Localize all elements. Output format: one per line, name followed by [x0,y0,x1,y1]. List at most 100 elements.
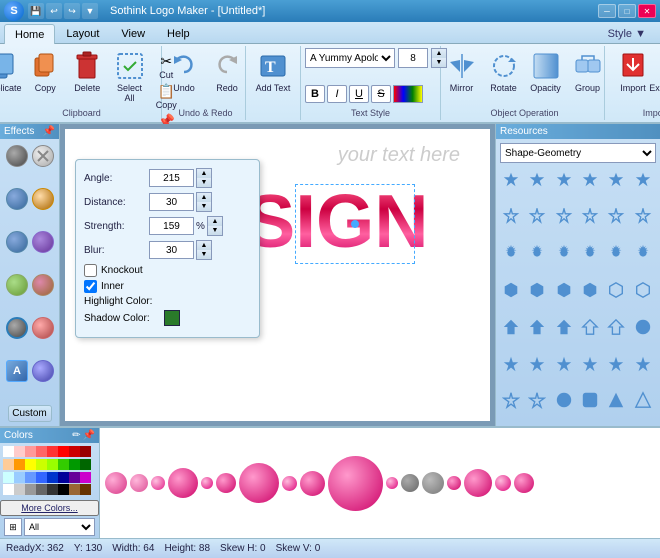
shape-item[interactable] [579,242,601,264]
font-size-input[interactable] [398,48,428,68]
tab-view[interactable]: View [110,24,156,43]
shape-item[interactable] [500,169,522,191]
shape-item[interactable] [526,389,548,411]
distance-down[interactable]: ▼ [197,202,211,211]
shape-item[interactable] [605,279,627,301]
color-swatch[interactable] [58,459,69,470]
shape-item[interactable] [632,316,654,338]
custom-button[interactable]: Custom [8,405,52,422]
shape-item[interactable] [605,169,627,191]
shape-item[interactable] [605,316,627,338]
undo-quick-btn[interactable]: ↩ [46,3,62,19]
shape-item[interactable] [605,389,627,411]
shape-item[interactable] [605,242,627,264]
italic-button[interactable]: I [327,85,347,103]
effect-item-5[interactable] [32,231,54,253]
shape-item[interactable] [605,353,627,375]
shape-item[interactable] [553,279,575,301]
angle-up[interactable]: ▲ [197,169,211,178]
font-select[interactable]: A Yummy Apology [305,48,395,68]
shape-item[interactable] [553,316,575,338]
color-swatch[interactable] [14,472,25,483]
strength-up[interactable]: ▲ [208,217,222,226]
color-swatch[interactable] [36,459,47,470]
shape-item[interactable] [500,316,522,338]
effect-item-2[interactable] [6,188,28,210]
color-swatch[interactable] [58,484,69,495]
shape-item[interactable] [500,353,522,375]
effect-item-8[interactable] [6,317,28,339]
group-button[interactable]: Group [568,48,608,95]
blur-spinner[interactable]: ▲ ▼ [196,240,212,260]
color-swatch[interactable] [47,472,58,483]
more-colors-button[interactable]: More Colors... [0,500,99,516]
color-swatch[interactable] [3,459,14,470]
mirror-button[interactable]: Mirror [442,48,482,95]
grid-view-btn[interactable]: ⊞ [4,518,22,536]
shape-item[interactable] [605,206,627,228]
colors-pencil-icon[interactable]: ✏ [72,430,80,441]
color-swatch[interactable] [3,484,14,495]
close-btn[interactable]: ✕ [638,4,656,18]
shape-item[interactable] [526,316,548,338]
export-image-button[interactable]: Export Image [656,48,660,105]
bold-button[interactable]: B [305,85,325,103]
rotate-button[interactable]: Rotate [484,48,524,95]
blur-down[interactable]: ▼ [197,250,211,259]
palette-select[interactable]: All [24,518,95,536]
duplicate-button[interactable]: Duplicate [0,48,23,95]
effect-item-9[interactable] [32,317,54,339]
import-button[interactable]: Import [613,48,653,105]
shape-item[interactable] [632,279,654,301]
inner-checkbox[interactable] [84,280,97,293]
color-swatch[interactable] [58,446,69,457]
resources-dropdown[interactable]: Shape-Geometry [500,143,656,163]
canvas-content[interactable]: your text here D ESIGN Angle: [65,129,490,421]
text-color-swatch[interactable] [393,85,423,103]
color-swatch[interactable] [47,484,58,495]
effect-item-4[interactable] [6,231,28,253]
shape-item[interactable] [553,169,575,191]
shape-item[interactable] [526,353,548,375]
shape-item[interactable] [500,389,522,411]
tab-home[interactable]: Home [4,24,55,44]
add-text-button[interactable]: T Add Text [253,48,293,95]
color-swatch[interactable] [80,484,91,495]
colors-canvas[interactable] [100,428,660,538]
shape-item[interactable] [632,169,654,191]
strength-spinner[interactable]: ▲ ▼ [207,216,223,236]
color-swatch[interactable] [25,459,36,470]
color-swatch[interactable] [47,459,58,470]
color-swatch[interactable] [80,472,91,483]
shape-item[interactable] [632,242,654,264]
shape-item[interactable] [553,206,575,228]
maximize-btn[interactable]: □ [618,4,636,18]
color-swatch[interactable] [69,484,80,495]
blur-input[interactable] [149,241,194,259]
shape-item[interactable] [579,389,601,411]
distance-up[interactable]: ▲ [197,193,211,202]
distance-input[interactable] [149,193,194,211]
shape-item[interactable] [553,353,575,375]
shape-item[interactable] [526,206,548,228]
minimize-btn[interactable]: ─ [598,4,616,18]
shape-item[interactable] [579,279,601,301]
select-all-button[interactable]: Select All [109,48,150,105]
color-swatch[interactable] [69,459,80,470]
color-swatch[interactable] [69,446,80,457]
angle-input[interactable] [149,169,194,187]
color-swatch[interactable] [14,484,25,495]
shape-item[interactable] [579,206,601,228]
strength-input[interactable] [149,217,194,235]
shape-item[interactable] [526,279,548,301]
underline-button[interactable]: U [349,85,369,103]
effect-item-6[interactable] [6,274,28,296]
undo-button[interactable]: Undo [164,48,204,95]
shape-item[interactable] [579,353,601,375]
strikethrough-button[interactable]: S [371,85,391,103]
save-quick-btn[interactable]: 💾 [28,3,44,19]
qa-dropdown-btn[interactable]: ▼ [82,3,98,19]
effect-text-btn[interactable]: A [6,360,28,382]
tab-style[interactable]: Style ▼ [598,25,656,43]
color-swatch[interactable] [80,459,91,470]
